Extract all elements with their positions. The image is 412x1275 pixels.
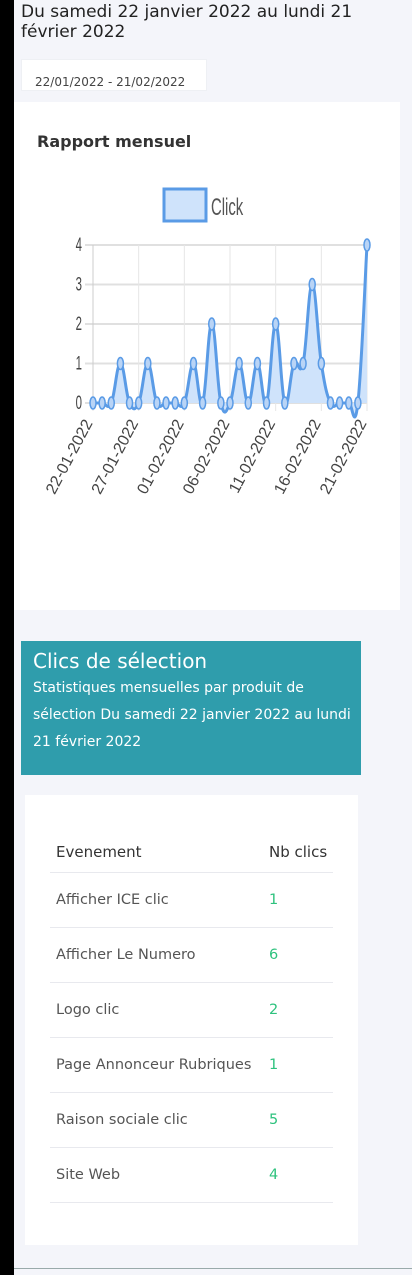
- data-point: [317, 356, 326, 371]
- click-count: 6: [263, 927, 333, 983]
- data-point: [134, 396, 143, 410]
- y-tick-label: 4: [76, 235, 83, 256]
- data-point: [344, 396, 353, 410]
- data-point: [326, 396, 335, 410]
- table-row: Logo clic 2: [50, 982, 333, 1038]
- y-tick-label: 1: [76, 354, 82, 375]
- data-point: [235, 356, 243, 371]
- data-point: [125, 396, 134, 410]
- y-tick-label: 0: [76, 393, 83, 414]
- event-name: Raison sociale clic: [50, 1092, 263, 1148]
- data-point: [363, 238, 371, 252]
- table-row: Afficher Le Numero 6: [50, 927, 333, 983]
- y-tick-label: 3: [76, 275, 83, 296]
- table-row: Afficher ICE clic 1: [50, 872, 333, 928]
- data-point: [226, 396, 234, 410]
- column-header-clicks: Nb clics: [263, 832, 333, 873]
- legend-label: Click: [211, 195, 243, 221]
- table-row: Raison sociale clic 5: [50, 1092, 333, 1148]
- column-header-event: Evenement: [50, 832, 263, 873]
- event-name: Page Annonceur Rubriques: [50, 1037, 263, 1093]
- event-name: Afficher Le Numero: [50, 927, 263, 983]
- data-point: [107, 396, 116, 410]
- x-tick-label: 22-01-2022: [43, 417, 96, 497]
- table-header-row: Evenement Nb clics: [50, 832, 333, 873]
- left-edge-strip: [0, 0, 14, 1275]
- y-tick-label: 2: [76, 314, 82, 335]
- event-name: Afficher ICE clic: [50, 872, 263, 928]
- selection-title: Clics de sélection: [33, 649, 208, 673]
- data-point: [217, 396, 225, 410]
- data-point: [262, 396, 271, 410]
- click-count: 4: [263, 1147, 333, 1203]
- data-point: [98, 396, 106, 410]
- date-range-heading: Du samedi 22 janvier 2022 au lundi 21 fé…: [21, 2, 353, 42]
- click-count: 1: [263, 872, 333, 928]
- data-point: [290, 356, 298, 371]
- data-point: [116, 356, 125, 371]
- x-tick-label: 01-02-2022: [134, 417, 187, 497]
- selection-clicks-card: Clics de sélection Statistiques mensuell…: [21, 641, 361, 775]
- data-point: [153, 396, 161, 410]
- event-name: Logo clic: [50, 982, 263, 1038]
- monthly-report-card: Rapport mensuel 0 1 2 3 4 22-01-2022 27-01-202…: [14, 102, 400, 610]
- click-count: 1: [263, 1037, 333, 1093]
- data-point: [253, 356, 262, 371]
- data-point: [354, 396, 362, 410]
- x-tick-label: 16-02-2022: [271, 417, 324, 497]
- data-point: [335, 396, 344, 410]
- x-tick-label: 27-01-2022: [89, 417, 142, 497]
- data-point: [244, 396, 253, 410]
- data-point: [144, 356, 152, 371]
- data-point: [207, 317, 216, 331]
- data-point: [299, 356, 307, 371]
- data-point: [189, 356, 198, 371]
- data-point: [162, 396, 170, 410]
- data-point: [271, 317, 280, 331]
- clicks-table-card: Evenement Nb clics Afficher ICE clic 1 A…: [25, 795, 358, 1245]
- date-range-input[interactable]: 22/01/2022 - 21/02/2022: [21, 59, 207, 91]
- x-tick-label: 06-02-2022: [180, 417, 233, 497]
- data-point: [180, 396, 189, 410]
- table-row: Site Web 4: [50, 1147, 333, 1203]
- data-point: [281, 396, 289, 410]
- data-point: [171, 396, 179, 410]
- clicks-table: Evenement Nb clics Afficher ICE clic 1 A…: [50, 832, 333, 1203]
- bottom-divider: [14, 1268, 412, 1269]
- selection-subtitle: Statistiques mensuelles par produit de s…: [33, 680, 351, 750]
- x-tick-label: 11-02-2022: [226, 417, 279, 496]
- legend-swatch: [162, 187, 208, 223]
- table-row: Page Annonceur Rubriques 1: [50, 1037, 333, 1093]
- click-count: 2: [263, 982, 333, 1038]
- event-name: Site Web: [50, 1147, 263, 1203]
- data-point: [198, 396, 207, 410]
- click-chart: 0 1 2 3 4 22-01-202227-01-202201-02-202206-02…: [43, 187, 371, 497]
- data-point: [308, 277, 316, 292]
- click-count: 5: [263, 1092, 333, 1148]
- x-tick-label: 21-02-2022: [317, 417, 370, 497]
- data-point: [89, 396, 97, 410]
